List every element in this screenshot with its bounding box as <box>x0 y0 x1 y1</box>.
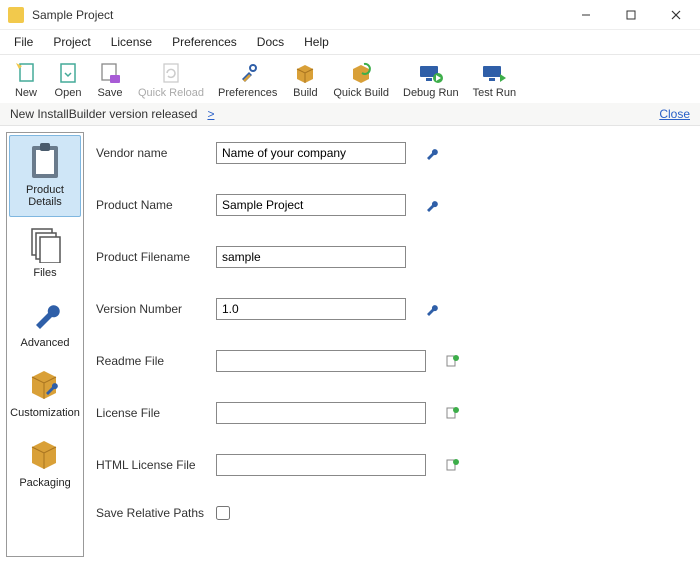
tool-new-label: New <box>15 87 37 99</box>
menu-help[interactable]: Help <box>296 32 337 52</box>
tool-open[interactable]: Open <box>48 59 88 101</box>
notification-text: New InstallBuilder version released <box>10 107 197 121</box>
tool-quick-reload-label: Quick Reload <box>138 87 204 99</box>
input-product-filename[interactable] <box>216 246 406 268</box>
label-html-license-file: HTML License File <box>96 458 216 472</box>
sidebar-item-files[interactable]: Files <box>9 219 81 287</box>
window-title: Sample Project <box>32 8 563 22</box>
window-controls <box>563 0 698 30</box>
minimize-button[interactable] <box>563 0 608 30</box>
wrench-icon[interactable] <box>424 301 440 317</box>
label-vendor-name: Vendor name <box>96 146 216 160</box>
toolbar: New Open Save Quick Reload Preferences B… <box>0 55 700 103</box>
sidebar-item-customization[interactable]: Customization <box>9 359 81 427</box>
input-vendor-name[interactable] <box>216 142 406 164</box>
sidebar-item-label: Customization <box>10 407 80 419</box>
label-product-filename: Product Filename <box>96 250 216 264</box>
label-readme-file: Readme File <box>96 354 216 368</box>
main-area: Product Details Files Advanced Customiza… <box>0 126 700 563</box>
sidebar-item-label: Packaging <box>19 477 70 489</box>
input-license-file[interactable] <box>216 402 426 424</box>
row-license-file: License File <box>96 402 688 424</box>
sidebar-item-advanced[interactable]: Advanced <box>9 289 81 357</box>
tool-test-run-label: Test Run <box>473 87 516 99</box>
tool-debug-run-label: Debug Run <box>403 87 459 99</box>
row-vendor-name: Vendor name <box>96 142 688 164</box>
label-license-file: License File <box>96 406 216 420</box>
menubar: File Project License Preferences Docs He… <box>0 30 700 55</box>
open-icon <box>54 61 82 85</box>
menu-file[interactable]: File <box>6 32 41 52</box>
sidebar: Product Details Files Advanced Customiza… <box>6 132 84 557</box>
wrench-icon[interactable] <box>424 197 440 213</box>
tool-quick-build[interactable]: Quick Build <box>327 59 395 101</box>
tool-new[interactable]: New <box>6 59 46 101</box>
row-version-number: Version Number <box>96 298 688 320</box>
tool-quick-reload[interactable]: Quick Reload <box>132 59 210 101</box>
tool-build-label: Build <box>293 87 317 99</box>
input-html-license-file[interactable] <box>216 454 426 476</box>
form-panel: Vendor name Product Name Product Filenam… <box>84 126 700 563</box>
notification-more-link[interactable]: > <box>207 107 214 121</box>
sidebar-item-label: Advanced <box>21 337 70 349</box>
tool-debug-run[interactable]: Debug Run <box>397 59 465 101</box>
tool-save-label: Save <box>97 87 122 99</box>
row-product-name: Product Name <box>96 194 688 216</box>
menu-preferences[interactable]: Preferences <box>164 32 245 52</box>
file-browse-icon[interactable] <box>444 405 460 421</box>
debug-run-icon <box>417 61 445 85</box>
row-html-license-file: HTML License File <box>96 454 688 476</box>
tool-build[interactable]: Build <box>285 59 325 101</box>
quick-reload-icon <box>157 61 185 85</box>
tool-save[interactable]: Save <box>90 59 130 101</box>
file-browse-icon[interactable] <box>444 353 460 369</box>
test-run-icon <box>480 61 508 85</box>
row-product-filename: Product Filename <box>96 246 688 268</box>
label-version-number: Version Number <box>96 302 216 316</box>
input-product-name[interactable] <box>216 194 406 216</box>
app-icon <box>8 7 24 23</box>
sidebar-item-product-details[interactable]: Product Details <box>9 135 81 217</box>
tool-quick-build-label: Quick Build <box>333 87 389 99</box>
file-browse-icon[interactable] <box>444 457 460 473</box>
titlebar: Sample Project <box>0 0 700 30</box>
label-product-name: Product Name <box>96 198 216 212</box>
clipboard-icon <box>26 142 64 180</box>
wrench-icon[interactable] <box>424 145 440 161</box>
input-readme-file[interactable] <box>216 350 426 372</box>
row-readme-file: Readme File <box>96 350 688 372</box>
tool-preferences[interactable]: Preferences <box>212 59 283 101</box>
close-button[interactable] <box>653 0 698 30</box>
files-icon <box>26 225 64 263</box>
sidebar-item-packaging[interactable]: Packaging <box>9 429 81 497</box>
sidebar-item-label: Product Details <box>12 184 78 208</box>
input-version-number[interactable] <box>216 298 406 320</box>
label-save-relative-paths: Save Relative Paths <box>96 506 216 520</box>
box-icon <box>26 435 64 473</box>
save-icon <box>96 61 124 85</box>
notification-bar: New InstallBuilder version released > Cl… <box>0 103 700 126</box>
quick-build-icon <box>347 61 375 85</box>
tool-open-label: Open <box>55 87 82 99</box>
sidebar-item-label: Files <box>33 267 56 279</box>
preferences-icon <box>234 61 262 85</box>
tool-test-run[interactable]: Test Run <box>467 59 522 101</box>
box-wrench-icon <box>26 365 64 403</box>
menu-project[interactable]: Project <box>45 32 98 52</box>
menu-docs[interactable]: Docs <box>249 32 292 52</box>
new-icon <box>12 61 40 85</box>
row-save-relative-paths: Save Relative Paths <box>96 506 688 520</box>
checkbox-save-relative-paths[interactable] <box>216 506 230 520</box>
wrench-icon <box>26 295 64 333</box>
maximize-button[interactable] <box>608 0 653 30</box>
notification-close-link[interactable]: Close <box>659 107 690 121</box>
build-icon <box>291 61 319 85</box>
menu-license[interactable]: License <box>103 32 160 52</box>
tool-preferences-label: Preferences <box>218 87 277 99</box>
